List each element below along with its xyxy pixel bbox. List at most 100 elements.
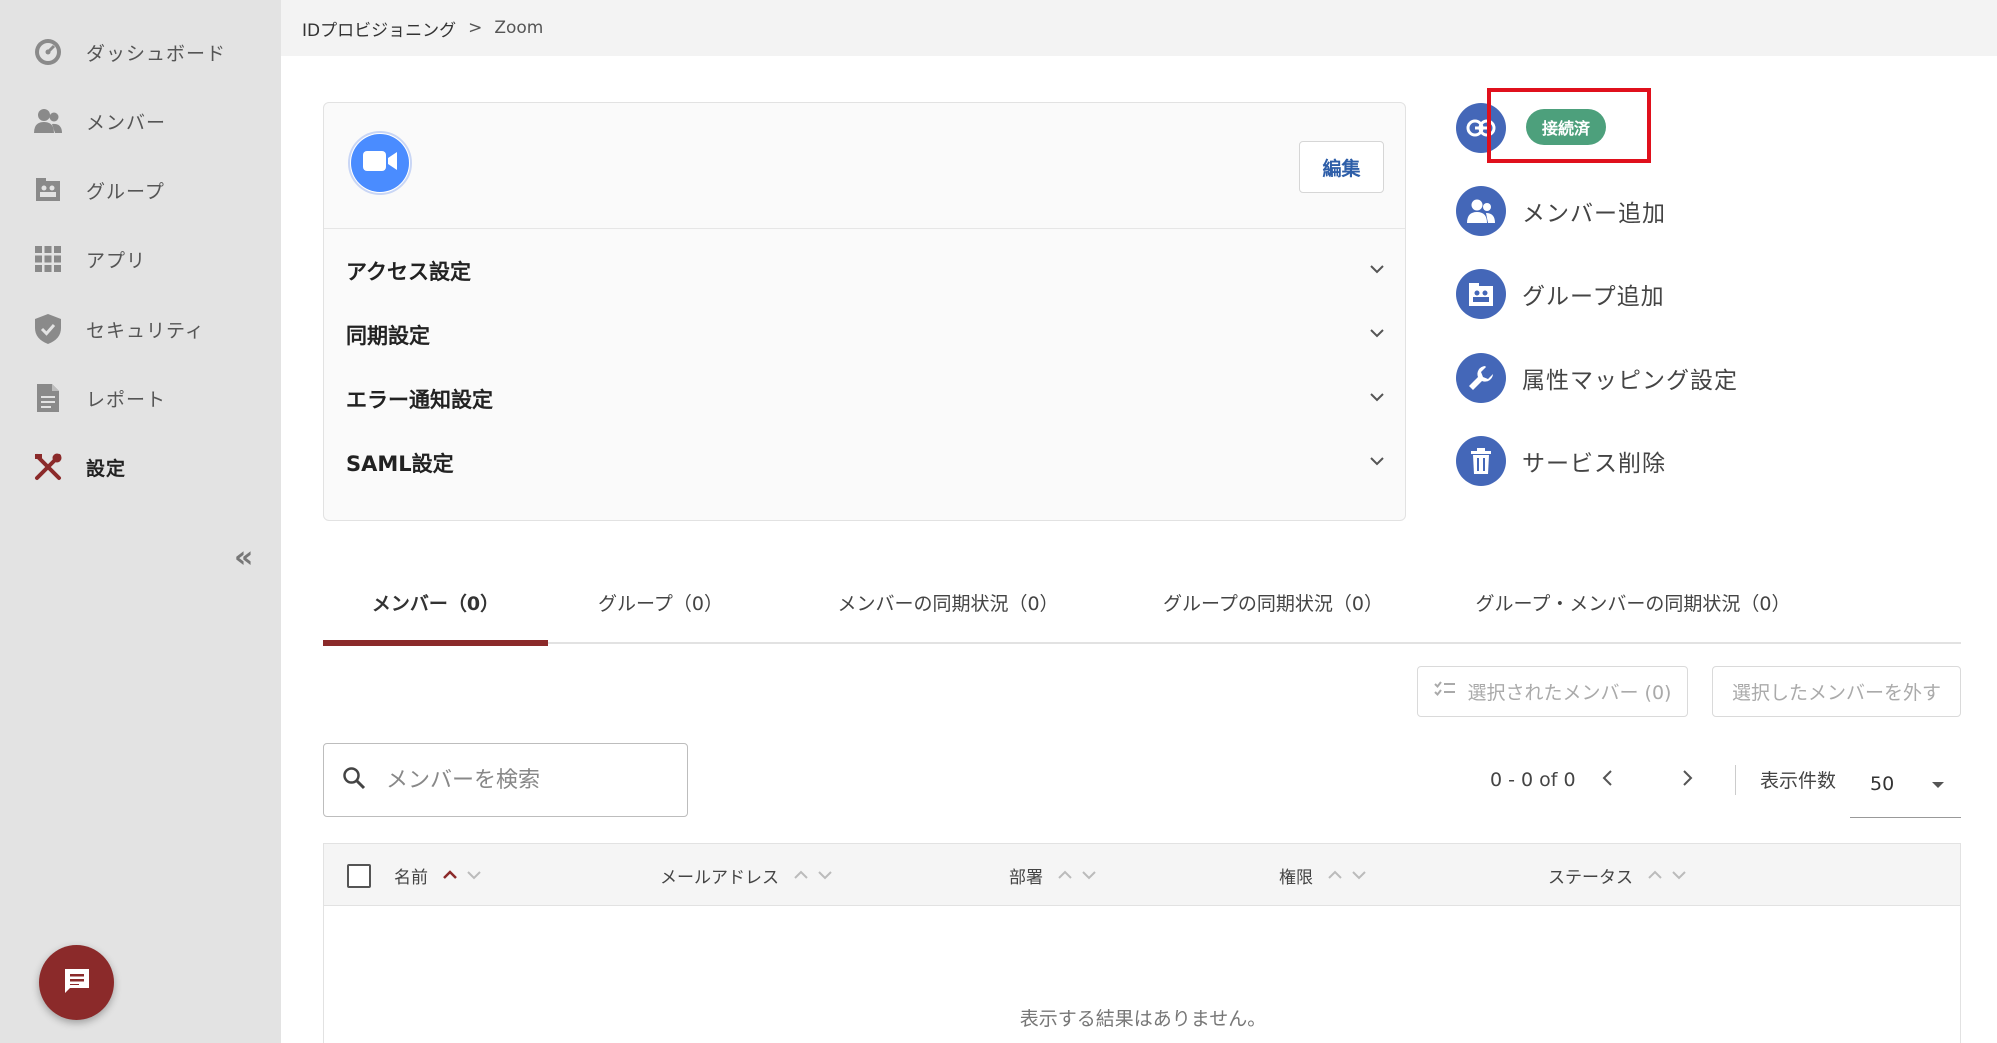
prev-page-button[interactable] [1600, 760, 1614, 800]
checklist-icon [1433, 680, 1456, 703]
tab-bar: メンバー（0） グループ（0） メンバーの同期状況（0） グループの同期状況（0… [323, 560, 1961, 646]
sort-desc-icon[interactable] [1351, 867, 1367, 883]
report-icon [30, 380, 66, 416]
column-label: 名前 [394, 867, 428, 888]
tab-group-sync-status[interactable]: グループの同期状況（0） [1123, 560, 1423, 644]
per-page-value: 50 [1870, 772, 1895, 795]
service-card-header: 編集 [324, 103, 1405, 229]
column-header-role[interactable]: 権限 [1279, 844, 1367, 906]
accordion-saml-settings[interactable]: SAML設定 [346, 443, 1386, 483]
chat-button[interactable] [39, 945, 114, 1020]
column-header-status[interactable]: ステータス [1548, 844, 1687, 906]
breadcrumb-parent[interactable]: IDプロビジョニング [302, 16, 456, 41]
zoom-logo [348, 131, 412, 195]
add-member-label: メンバー追加 [1522, 201, 1666, 227]
sort-asc-icon[interactable] [1327, 867, 1343, 883]
sidebar-item-label: セキュリティ [86, 319, 205, 342]
selected-members-button[interactable]: 選択されたメンバー (0) [1417, 666, 1688, 717]
page-range: 0 - 0 of 0 [1490, 769, 1576, 791]
selected-members-label: 選択されたメンバー (0) [1467, 682, 1672, 704]
sidebar-item-settings[interactable]: 設定 [30, 442, 260, 492]
accordion-label: SAML設定 [346, 452, 454, 476]
pager-divider [1735, 765, 1736, 795]
highlight-annotation [1487, 88, 1651, 163]
remove-selected-members-button[interactable]: 選択したメンバーを外す [1712, 666, 1961, 717]
dashboard-icon [30, 34, 66, 70]
chevron-down-icon [1368, 388, 1386, 410]
sort-asc-icon[interactable] [442, 867, 458, 883]
add-group-label: グループ追加 [1522, 284, 1665, 310]
trash-icon [1456, 436, 1506, 486]
chevron-down-icon [1368, 260, 1386, 282]
accordion-label: 同期設定 [346, 324, 430, 348]
chevron-down-icon [1368, 452, 1386, 474]
tab-members[interactable]: メンバー（0） [323, 560, 548, 646]
member-search [323, 743, 688, 817]
top-bar: IDプロビジョニング > Zoom [281, 0, 1997, 56]
sidebar-item-dashboard[interactable]: ダッシュボード [30, 27, 260, 77]
caret-down-icon [1931, 774, 1945, 793]
tools-icon [30, 449, 66, 485]
chevron-down-icon [1368, 324, 1386, 346]
sidebar-item-label: アプリ [86, 249, 147, 272]
sidebar-item-groups[interactable]: グループ [30, 165, 260, 215]
next-page-button[interactable] [1681, 760, 1695, 800]
search-input[interactable] [386, 767, 656, 793]
sort-asc-icon[interactable] [1647, 867, 1663, 883]
sort-desc-icon[interactable] [1081, 867, 1097, 883]
shield-icon [30, 311, 66, 347]
breadcrumb-separator: > [468, 18, 483, 38]
sidebar-item-label: 設定 [86, 457, 127, 480]
search-icon [342, 766, 366, 794]
add-member-button[interactable]: メンバー追加 [1456, 186, 1666, 236]
apps-grid-icon [30, 241, 66, 277]
tab-group-member-sync-status[interactable]: グループ・メンバーの同期状況（0） [1423, 560, 1843, 644]
add-group-button[interactable]: グループ追加 [1456, 269, 1665, 319]
service-card: 編集 アクセス設定 同期設定 エラー通知設定 SAML設定 [323, 102, 1406, 521]
sort-desc-icon[interactable] [466, 867, 482, 883]
sort-asc-icon[interactable] [793, 867, 809, 883]
column-header-department[interactable]: 部署 [1009, 844, 1097, 906]
attribute-mapping-button[interactable]: 属性マッピング設定 [1456, 353, 1738, 403]
column-header-email[interactable]: メールアドレス [660, 844, 833, 906]
sidebar-item-members[interactable]: メンバー [30, 96, 260, 146]
column-label: 部署 [1009, 867, 1043, 888]
sidebar-item-label: ダッシュボード [86, 42, 227, 65]
accordion-error-notification-settings[interactable]: エラー通知設定 [346, 379, 1386, 419]
sidebar-item-apps[interactable]: アプリ [30, 234, 260, 284]
sidebar-item-reports[interactable]: レポート [30, 373, 260, 423]
sidebar-item-label: レポート [86, 388, 167, 411]
sidebar-item-label: グループ [86, 180, 165, 203]
members-table: 名前 メールアドレス 部署 権限 ステータス 表示する結果はありません。 [323, 843, 1961, 1043]
breadcrumb-current: Zoom [494, 18, 544, 38]
table-header: 名前 メールアドレス 部署 権限 ステータス [324, 844, 1960, 906]
sidebar-item-label: メンバー [86, 111, 167, 134]
column-label: 権限 [1279, 867, 1313, 888]
column-label: メールアドレス [660, 867, 779, 888]
sidebar-item-security[interactable]: セキュリティ [30, 304, 260, 354]
per-page-label: 表示件数 [1760, 770, 1837, 792]
members-icon [30, 103, 66, 139]
sort-desc-icon[interactable] [817, 867, 833, 883]
group-icon [1456, 269, 1506, 319]
tab-member-sync-status[interactable]: メンバーの同期状況（0） [773, 560, 1123, 644]
select-all-checkbox[interactable] [347, 864, 371, 888]
breadcrumb: IDプロビジョニング > Zoom [302, 16, 543, 41]
delete-service-label: サービス削除 [1522, 451, 1666, 477]
edit-button[interactable]: 編集 [1299, 141, 1384, 193]
wrench-icon [1456, 353, 1506, 403]
tab-groups[interactable]: グループ（0） [548, 560, 773, 644]
accordion-label: エラー通知設定 [346, 388, 493, 412]
per-page-select[interactable]: 50 [1850, 750, 1961, 818]
accordion-access-settings[interactable]: アクセス設定 [346, 251, 1386, 291]
members-icon [1456, 186, 1506, 236]
sort-desc-icon[interactable] [1671, 867, 1687, 883]
chat-icon [62, 966, 92, 1000]
zoom-camera-icon [362, 149, 398, 177]
column-header-name[interactable]: 名前 [394, 844, 482, 906]
sort-asc-icon[interactable] [1057, 867, 1073, 883]
accordion-sync-settings[interactable]: 同期設定 [346, 315, 1386, 355]
group-icon [30, 172, 66, 208]
delete-service-button[interactable]: サービス削除 [1456, 436, 1666, 486]
sidebar-collapse-button[interactable]: « [234, 540, 253, 575]
